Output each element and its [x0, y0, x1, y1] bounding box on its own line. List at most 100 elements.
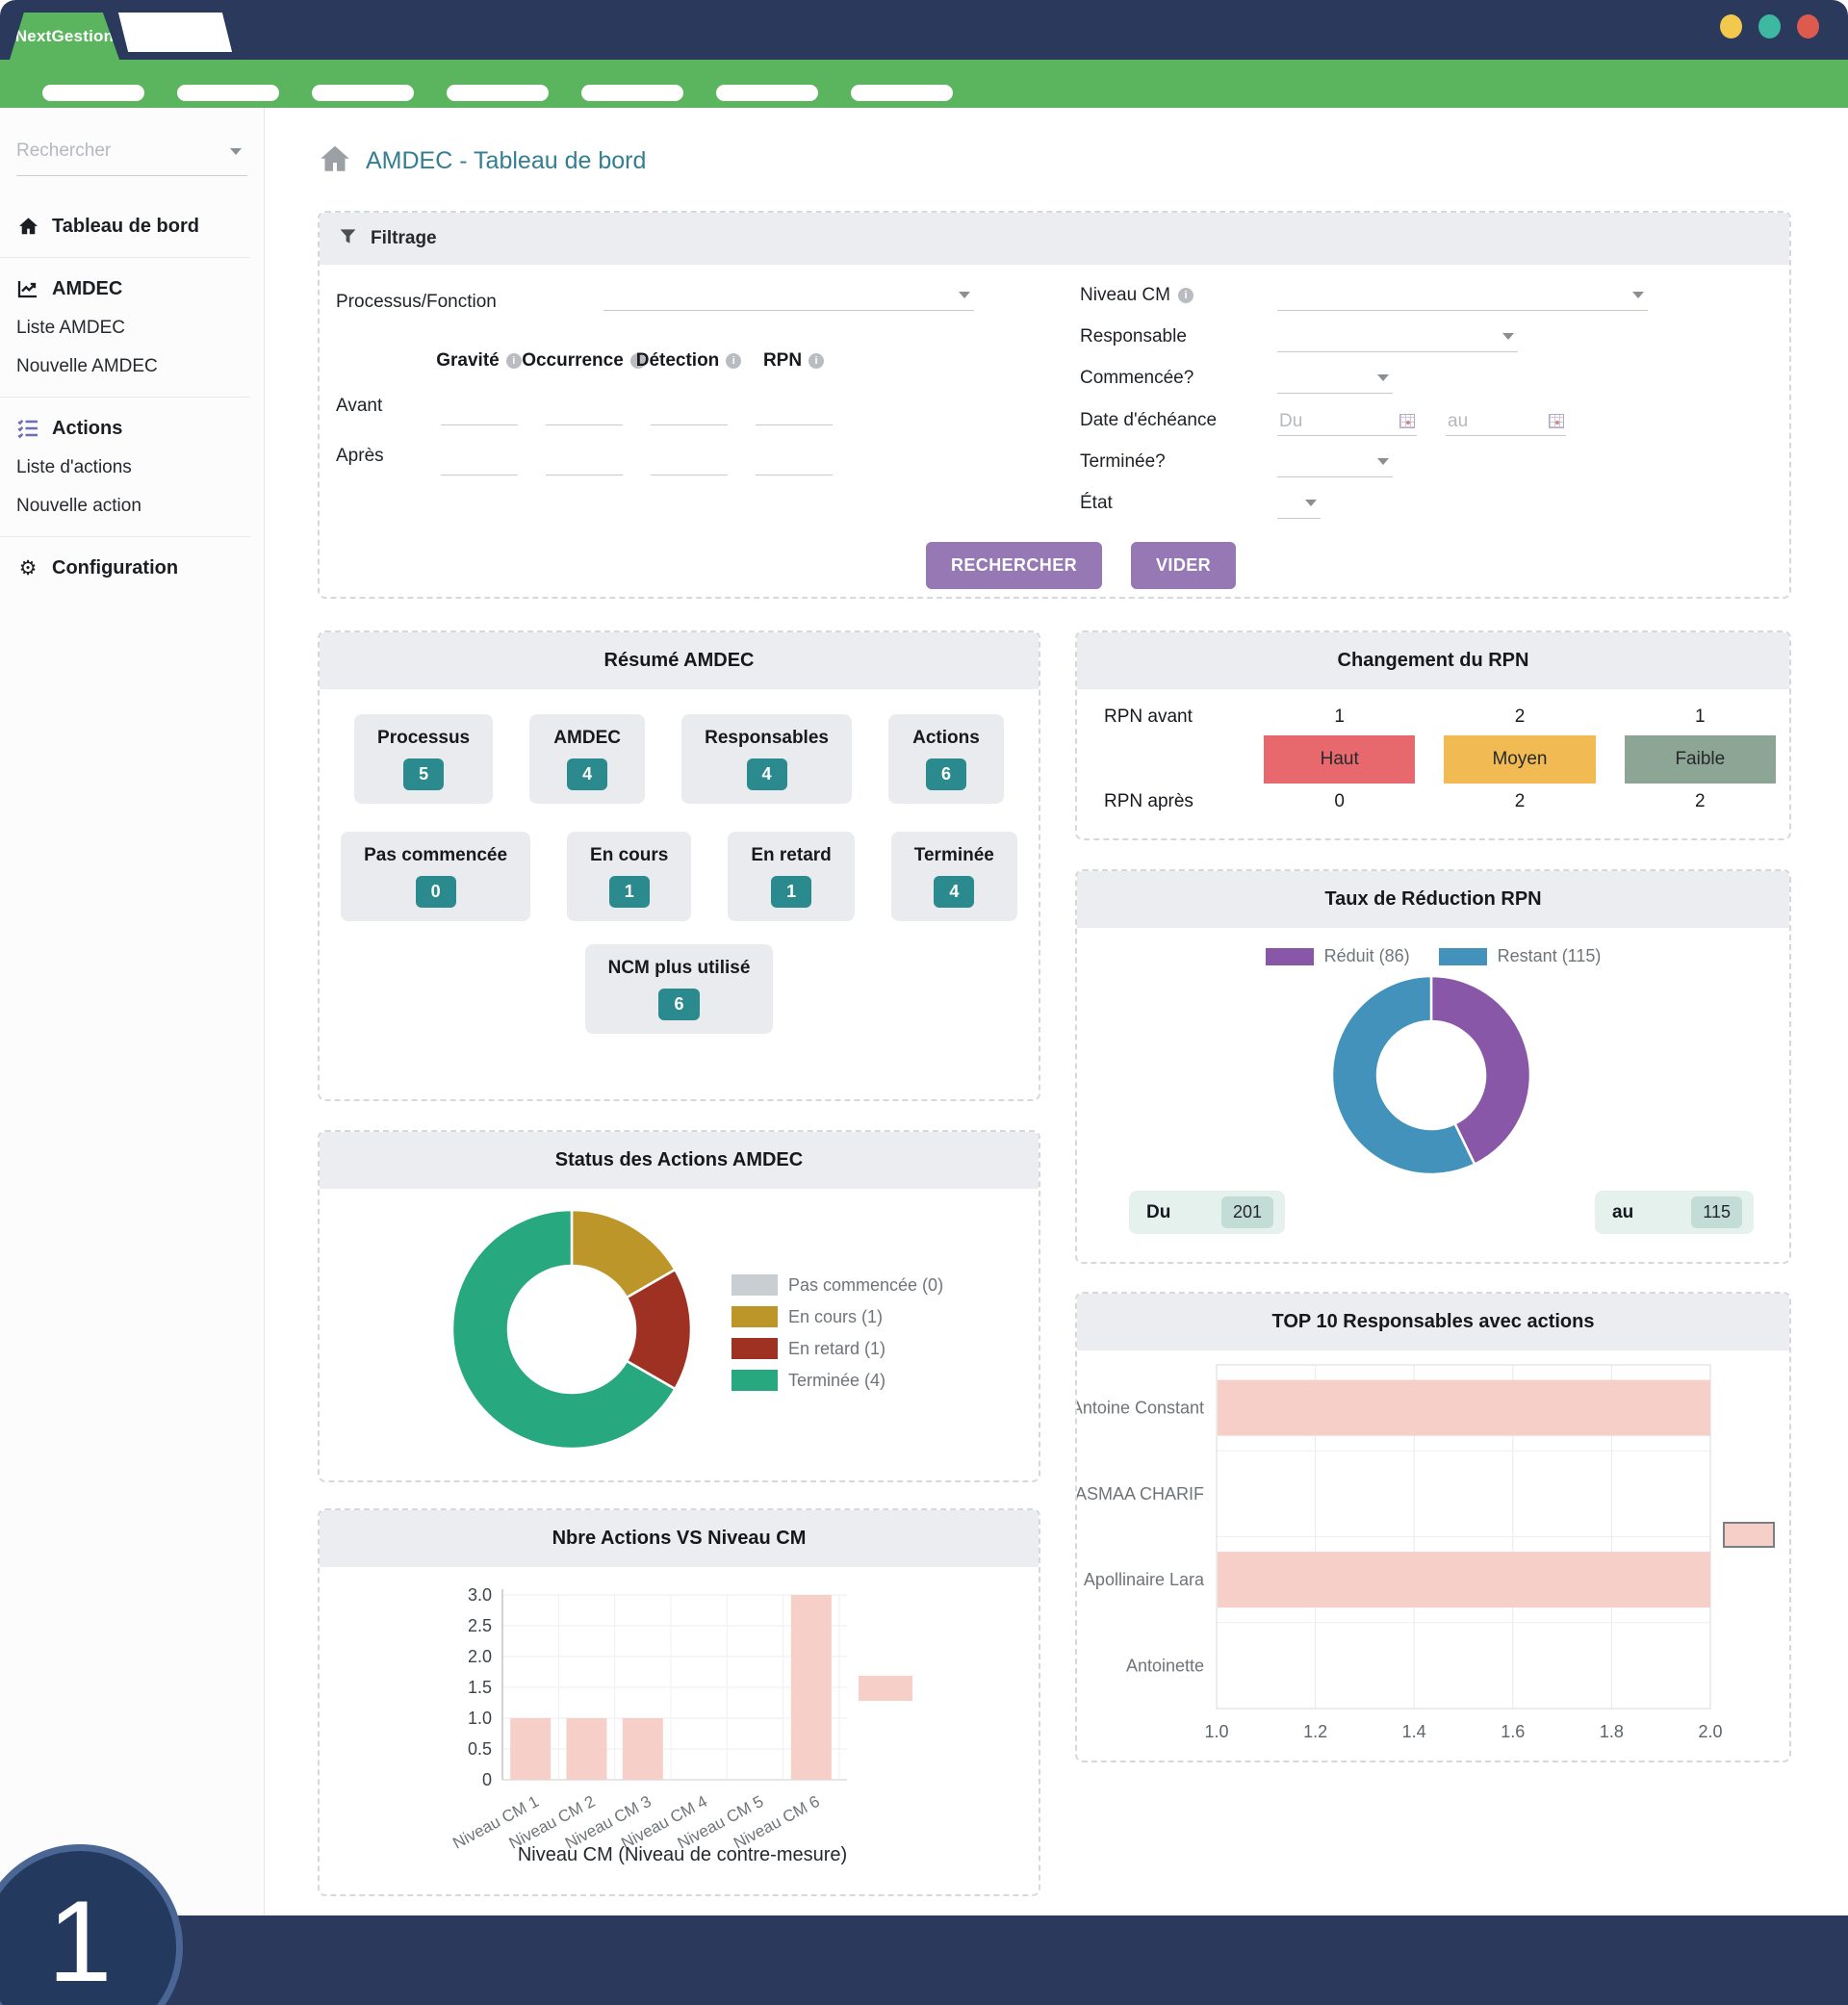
clear-button[interactable]: VIDER — [1131, 542, 1237, 589]
stat-value: 4 — [934, 876, 975, 908]
rpn-after-value: 2 — [1695, 791, 1706, 811]
rpn-to-pill: au 115 — [1595, 1191, 1754, 1234]
matrix-cell — [741, 381, 846, 431]
calendar-icon[interactable] — [1549, 414, 1564, 428]
svg-text:Antoine Constant: Antoine Constant — [1077, 1399, 1204, 1418]
stat-value: 1 — [771, 876, 812, 908]
apr-s-rpn-input[interactable] — [755, 452, 833, 476]
sidebar-item-nouvelle-action[interactable]: Nouvelle action — [0, 487, 250, 526]
main-content: AMDEC - Tableau de bord Filtrage Process… — [265, 108, 1848, 1915]
chevron-down-icon[interactable] — [230, 148, 242, 155]
termin-e-select[interactable] — [1277, 449, 1393, 477]
apr-s-occurrence-input[interactable] — [545, 452, 623, 476]
nav-pill[interactable] — [177, 85, 279, 101]
date-to-input[interactable]: au — [1446, 407, 1566, 436]
stat-value: 6 — [925, 758, 966, 790]
sidebar-item-label: Liste d'actions — [16, 457, 132, 477]
avant-gravit-input[interactable] — [440, 402, 518, 425]
brand-tab[interactable]: NextGestion — [10, 13, 119, 60]
filter-panel-title: Filtrage — [371, 228, 437, 248]
sidebar-search — [16, 141, 247, 176]
svg-text:3.0: 3.0 — [468, 1585, 492, 1605]
filter-label-date-d-ch-ance: Date d'échéance — [1080, 410, 1217, 431]
stat-box-en-retard: En retard 1 — [728, 832, 855, 921]
sidebar-item-label: Liste AMDEC — [16, 318, 125, 338]
svg-text:1.5: 1.5 — [468, 1678, 492, 1697]
responsable-select[interactable] — [1277, 323, 1518, 352]
sidebar-item-nouvelle-amdec[interactable]: Nouvelle AMDEC — [0, 347, 250, 386]
filter-label-text: Responsable — [1080, 326, 1187, 347]
stat-box-en-cours: En cours 1 — [567, 832, 692, 921]
stat-label: En retard — [751, 845, 832, 865]
info-icon: i — [1177, 288, 1194, 303]
avant-d-tection-input[interactable] — [650, 402, 728, 425]
filter-icon — [339, 227, 357, 251]
sidebar-item-liste-d-actions[interactable]: Liste d'actions — [0, 449, 250, 487]
calendar-icon[interactable] — [1399, 414, 1415, 428]
svg-text:Apollinaire Lara: Apollinaire Lara — [1084, 1570, 1205, 1589]
search-button[interactable]: RECHERCHER — [926, 542, 1103, 589]
actions-vs-niveau-bar-chart[interactable]: 0 0.5 1.0 1.5 2.0 2.5 3.0 Niveau CM 1 Niveau CM … — [320, 1510, 1039, 1894]
svg-text:1.2: 1.2 — [1303, 1722, 1327, 1741]
chevron-down-icon — [1632, 292, 1644, 298]
filter-label-niveau-cm: Niveau CM i — [1080, 285, 1194, 306]
minimize-button[interactable] — [1720, 14, 1742, 39]
sidebar-item-label: Nouvelle AMDEC — [16, 356, 158, 376]
sidebar-item-label: Tableau de bord — [52, 215, 199, 237]
filter-label-text: Terminée? — [1080, 451, 1166, 472]
commenc-e-select[interactable] — [1277, 365, 1393, 394]
rpn-from-value: 201 — [1220, 1196, 1273, 1228]
nav-pill[interactable] — [447, 85, 549, 101]
stat-box-responsables: Responsables 4 — [681, 714, 852, 804]
niveau-cm-select[interactable] — [1277, 282, 1648, 311]
rpn-from-label: Du — [1146, 1201, 1171, 1222]
nav-pill[interactable] — [312, 85, 414, 101]
matrix-col-label: RPN — [762, 350, 803, 371]
home-icon — [318, 142, 352, 180]
sidebar-item-liste-amdec[interactable]: Liste AMDEC — [0, 309, 250, 347]
date-from-input[interactable]: Du — [1277, 407, 1417, 436]
nav-pill[interactable] — [851, 85, 953, 101]
browser-tab-ghost[interactable] — [117, 13, 233, 52]
legend-swatch — [732, 1306, 778, 1327]
window-controls — [1720, 14, 1819, 39]
nav-pill[interactable] — [581, 85, 683, 101]
nav-pill[interactable] — [716, 85, 818, 101]
stat-label: Actions — [912, 728, 980, 748]
sidebar-item-configuration[interactable]: ⚙ Configuration — [0, 548, 250, 588]
matrix-col-rpn: RPN i — [741, 341, 846, 381]
sidebar-item-label: Configuration — [52, 556, 179, 578]
left-column: Résumé AMDEC Processus 5 AMDEC 4 Responsable… — [318, 630, 1040, 1896]
svg-text:0.5: 0.5 — [468, 1739, 492, 1759]
svg-text:0: 0 — [482, 1770, 492, 1789]
sidebar-item-tableau-de-bord[interactable]: Tableau de bord — [0, 206, 250, 246]
legend-label: En cours (1) — [788, 1306, 884, 1326]
close-button[interactable] — [1797, 14, 1819, 39]
filter-label-text: Niveau CM — [1080, 285, 1170, 305]
avant-rpn-input[interactable] — [755, 402, 833, 425]
sidebar-item-label: Nouvelle action — [16, 496, 141, 516]
matrix-col-gravit: Gravité i — [426, 341, 531, 381]
matrix-cell — [531, 381, 636, 431]
tat-select[interactable] — [1277, 490, 1321, 519]
rpn-from-pill: Du 201 — [1129, 1191, 1285, 1234]
maximize-button[interactable] — [1758, 14, 1781, 39]
matrix-col-label: Gravité — [436, 350, 500, 371]
info-icon: i — [808, 353, 825, 369]
sidebar-item-amdec[interactable]: AMDEC — [0, 269, 250, 309]
svg-text:1.4: 1.4 — [1402, 1722, 1426, 1741]
avant-occurrence-input[interactable] — [545, 402, 623, 425]
matrix-corner — [336, 341, 426, 381]
top10-bar-chart[interactable]: 1.0 1.2 1.4 1.6 1.8 2.0 Antoine Constant ASMAA … — [1071, 1294, 1789, 1761]
apr-s-gravit-input[interactable] — [440, 452, 518, 476]
rpn-before-value: 1 — [1695, 707, 1706, 727]
nav-pill[interactable] — [42, 85, 144, 101]
legend-swatch — [1265, 947, 1314, 965]
process-function-select[interactable] — [603, 282, 974, 311]
sidebar-item-actions[interactable]: Actions — [0, 408, 250, 449]
chart-icon — [16, 277, 39, 300]
search-input[interactable] — [16, 141, 213, 162]
stat-label: En cours — [590, 845, 669, 865]
apr-s-d-tection-input[interactable] — [650, 452, 728, 476]
legend-item-en-cours-1: En cours (1) — [732, 1306, 943, 1327]
